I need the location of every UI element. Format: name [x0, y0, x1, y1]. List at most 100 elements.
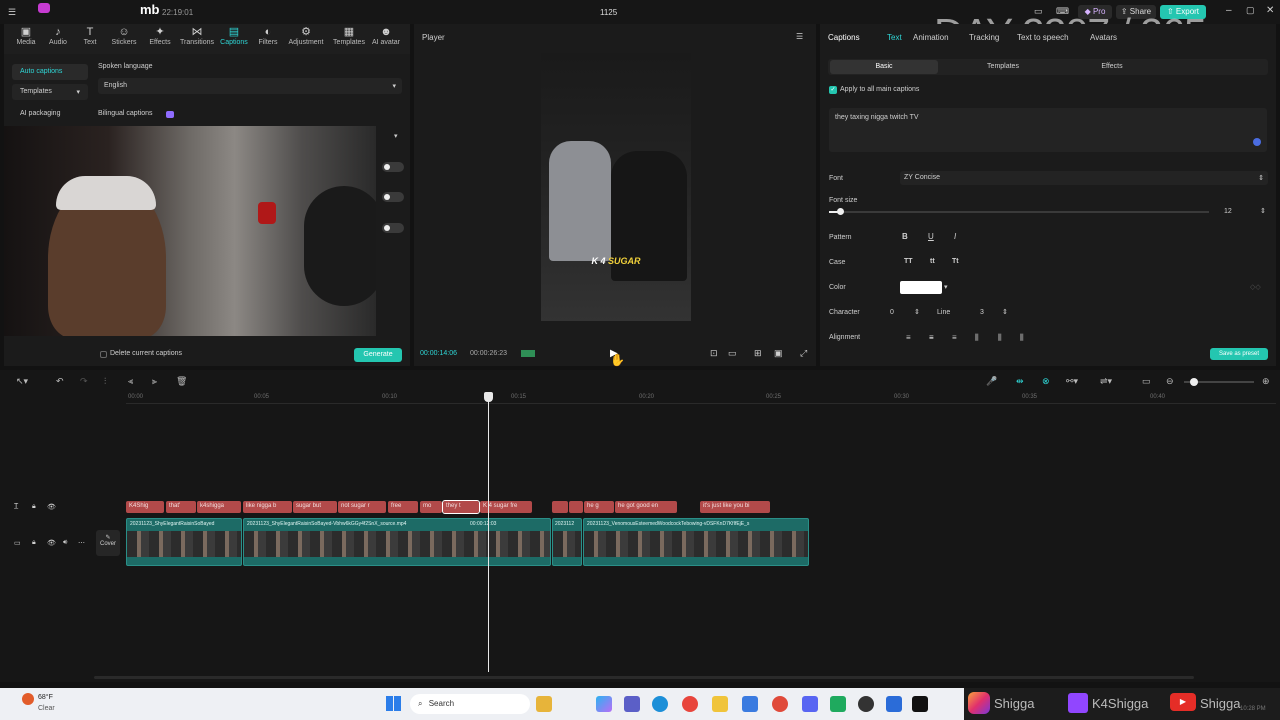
split-icon[interactable]: ⫶ [104, 376, 106, 387]
player-menu-icon[interactable]: ☰ [796, 32, 803, 41]
chevron-down-icon[interactable]: ▾ [944, 283, 948, 291]
tab-tracking[interactable]: Tracking [969, 33, 999, 42]
caption-clip[interactable] [552, 501, 568, 513]
italic-button[interactable]: I [954, 232, 956, 241]
ruler[interactable] [126, 392, 1276, 404]
tool-adjustment[interactable]: ⚙ Adjustment [284, 26, 328, 46]
caption-text-input[interactable]: they taxing nigga twitch TV [829, 108, 1267, 152]
close-icon[interactable]: ✕ [1266, 5, 1274, 16]
bilingual-dropdown-icon[interactable]: ▾ [394, 132, 398, 140]
font-size-stepper-icon[interactable]: ⇕ [1260, 207, 1266, 215]
eye-icon[interactable]: 👁︎ [47, 539, 56, 547]
line-stepper-icon[interactable]: ⇕ [1002, 308, 1008, 316]
tab-text[interactable]: Text [887, 33, 902, 42]
tool-effects[interactable]: ✦ Effects [142, 26, 178, 46]
tool-media[interactable]: ▣ Media [8, 26, 44, 46]
caption-clip[interactable]: he got good en [615, 501, 677, 513]
link-icon[interactable]: ⚯▾ [1066, 376, 1078, 387]
tool-captions[interactable]: ▤ Captions [216, 26, 252, 46]
delete-checkbox[interactable] [100, 351, 107, 358]
caption-clip[interactable]: that' [166, 501, 196, 513]
mask-icon[interactable]: ⊡ [710, 348, 718, 359]
cover-button[interactable]: ✎ Cover [96, 530, 120, 556]
tool-stickers[interactable]: ☺ Stickers [106, 26, 142, 46]
tool-audio[interactable]: ♪ Audio [40, 26, 76, 46]
tool-transitions[interactable]: ⋈ Transitions [176, 26, 218, 46]
keyframe-icon[interactable]: ◇◇ [1250, 283, 1261, 291]
align-vbottom-icon[interactable]: ⫼ [1020, 333, 1024, 343]
align-left-icon[interactable]: ≡ [906, 333, 911, 342]
redo-icon[interactable]: ↷ [80, 376, 88, 387]
font-size-value[interactable]: 12 [1224, 208, 1232, 215]
magnet-icon[interactable]: ⊗ [1042, 376, 1050, 387]
app-icon-capcut[interactable] [912, 696, 928, 712]
app-icon-chrome2[interactable] [772, 696, 788, 712]
align-vmid-icon[interactable]: ⫼ [998, 333, 1002, 343]
video-clip-2[interactable]: 20231123_ShyElegantRaisinSoBayed-Vbhw6kG… [243, 518, 551, 566]
tool-ai-avatar[interactable]: ☻ AI avatar [366, 26, 406, 46]
delete-icon[interactable]: 🗑 [176, 376, 187, 387]
app-icon-copilot[interactable] [596, 696, 612, 712]
save-preset-button[interactable]: Save as preset [1210, 348, 1268, 360]
zoom-fit-icon[interactable]: ⊞ [754, 348, 762, 359]
tool-filters[interactable]: ◐ Filters [250, 26, 286, 46]
layout-icon[interactable]: ▭ [1034, 6, 1043, 17]
caption-clip[interactable]: K4Shig [126, 501, 164, 513]
maximize-icon[interactable]: ▢ [1246, 5, 1255, 16]
case-title-button[interactable]: Tt [952, 258, 959, 265]
audio-mute-icon[interactable]: 🔊︎ [63, 539, 67, 547]
align-vtop-icon[interactable]: ⫼ [975, 333, 979, 343]
toggle-3[interactable] [382, 223, 404, 233]
app-icon-blue[interactable] [886, 696, 902, 712]
shortcut-icon[interactable]: ⌨ [1056, 6, 1069, 17]
mic-icon[interactable]: 🎤 [986, 376, 997, 387]
toggle-1[interactable] [382, 162, 404, 172]
caption-clip[interactable]: like nigga b [243, 501, 292, 513]
app-icon-store[interactable] [742, 696, 758, 712]
taskbar-search[interactable]: ⌕ Search [410, 694, 530, 714]
apply-all-checkbox[interactable]: ✓ [829, 86, 837, 94]
app-menu-icon[interactable]: ☰ [8, 7, 16, 18]
split-right-icon[interactable]: ⫸ [152, 376, 157, 387]
share-button[interactable]: ⇪ Share [1116, 5, 1156, 19]
select-tool-icon[interactable]: ↖▾ [16, 376, 28, 387]
preview-axis-icon[interactable]: ⇌▾ [1100, 376, 1112, 387]
zoom-slider[interactable] [1184, 378, 1254, 386]
more-icon[interactable]: ⋯ [78, 539, 85, 547]
nav-auto-captions[interactable]: Auto captions [12, 64, 88, 80]
toggle-2[interactable] [382, 192, 404, 202]
slider-knob[interactable] [837, 208, 844, 215]
color-swatch[interactable] [900, 281, 942, 294]
align-right-icon[interactable]: ≡ [952, 333, 957, 342]
generate-button[interactable]: Generate [354, 348, 402, 362]
lock-icon[interactable]: 🔒︎ [32, 539, 36, 547]
minimize-icon[interactable]: – [1226, 5, 1232, 16]
app-icon-files[interactable] [536, 696, 552, 712]
subtab-basic[interactable]: Basic [830, 60, 938, 74]
subtab-effects[interactable]: Effects [1058, 60, 1166, 74]
align-center-icon[interactable]: ≡ [929, 333, 934, 342]
nav-templates[interactable]: Templates ▾ [12, 84, 88, 100]
quality-icon[interactable]: ▣ [774, 348, 783, 359]
windows-start-icon[interactable] [386, 696, 401, 711]
zoom-knob[interactable] [1190, 378, 1198, 386]
zoom-out-icon[interactable]: ⊖ [1166, 376, 1174, 387]
underline-button[interactable]: U [928, 232, 934, 241]
nav-ai-packaging[interactable]: AI packaging [12, 106, 88, 122]
video-clip-3[interactable]: 2023112 [552, 518, 582, 566]
app-icon-green[interactable] [830, 696, 846, 712]
character-value[interactable]: 0 [890, 309, 894, 316]
playhead-handle[interactable] [484, 392, 493, 402]
tab-animation[interactable]: Animation [913, 33, 949, 42]
line-value[interactable]: 3 [980, 309, 984, 316]
subtab-templates[interactable]: Templates [948, 60, 1058, 74]
link-main-icon[interactable]: ⇹ [1016, 376, 1024, 387]
tool-text[interactable]: T Text [72, 26, 108, 46]
app-icon-chrome[interactable] [682, 696, 698, 712]
language-select[interactable]: English ▾ [98, 78, 402, 94]
case-upper-button[interactable]: TT [904, 258, 913, 265]
case-lower-button[interactable]: tt [930, 258, 935, 265]
caption-clip[interactable]: he g [584, 501, 614, 513]
undo-icon[interactable]: ↶ [56, 376, 64, 387]
eye-icon[interactable]: 👁︎ [47, 503, 56, 511]
